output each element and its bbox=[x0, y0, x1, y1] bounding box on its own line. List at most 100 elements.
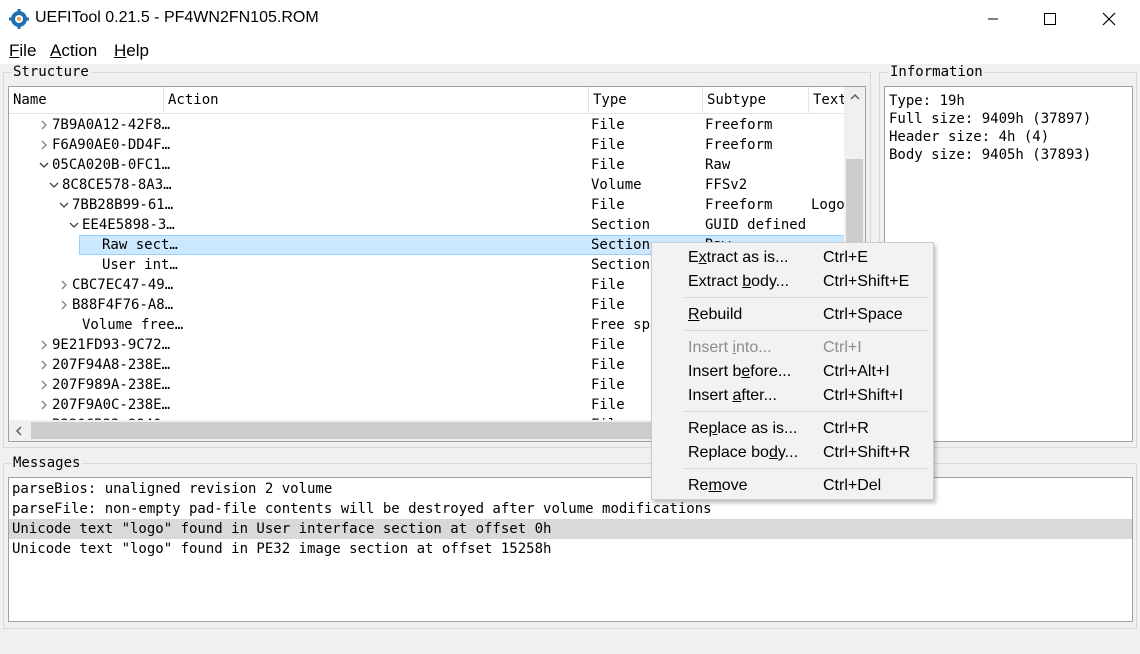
expanded-arrow-icon[interactable] bbox=[68, 215, 80, 235]
tree-cell-name: 7BB28B99-61… bbox=[72, 197, 174, 213]
context-menu-item-label: Insert into... bbox=[688, 339, 772, 356]
context-menu-item[interactable]: Remove Ctrl+Del bbox=[652, 474, 933, 498]
message-item[interactable]: Unicode text "logo" found in PE32 image … bbox=[9, 539, 1132, 559]
minimize-button[interactable] bbox=[964, 0, 1022, 38]
tree-cell-name: 05CA020B-0FC1… bbox=[52, 157, 171, 173]
tree-row[interactable]: 7BB28B99-61… File Freeform Logo bbox=[9, 195, 845, 215]
tree-cell-type: File bbox=[591, 277, 625, 293]
collapsed-arrow-icon[interactable] bbox=[38, 395, 50, 415]
context-menu-shortcut: Ctrl+R bbox=[823, 420, 869, 437]
column-type[interactable]: Type bbox=[589, 87, 703, 114]
tree-cell-type: File bbox=[591, 377, 625, 393]
horizontal-scroll-thumb[interactable] bbox=[31, 422, 651, 439]
tree-cell-subtype: Raw bbox=[705, 157, 731, 173]
message-item[interactable]: parseBios: unaligned revision 2 volume bbox=[9, 479, 1132, 499]
context-menu-item[interactable]: Insert after... Ctrl+Shift+I bbox=[652, 384, 933, 408]
app-gear-icon bbox=[9, 9, 29, 29]
tree-cell-type: File bbox=[591, 157, 625, 173]
tree-cell-subtype: Freeform bbox=[705, 117, 773, 133]
collapsed-arrow-icon[interactable] bbox=[38, 115, 50, 135]
maximize-icon bbox=[1044, 13, 1056, 25]
context-menu-shortcut: Ctrl+Del bbox=[823, 477, 882, 494]
tree-row[interactable]: F6A90AE0-DD4F… File Freeform bbox=[9, 135, 845, 155]
tree-cell-subtype: Freeform bbox=[705, 197, 773, 213]
collapsed-arrow-icon[interactable] bbox=[38, 355, 50, 375]
context-menu-shortcut: Ctrl+Shift+R bbox=[823, 444, 911, 461]
expanded-arrow-icon[interactable] bbox=[38, 155, 50, 175]
tree-cell-name: Volume free… bbox=[82, 317, 184, 333]
column-name[interactable]: Name bbox=[9, 87, 164, 114]
context-menu-item-label: Extract as is... bbox=[688, 249, 789, 266]
collapsed-arrow-icon[interactable] bbox=[38, 335, 50, 355]
column-text[interactable]: Text bbox=[809, 87, 845, 114]
menu-file[interactable]: File bbox=[9, 41, 36, 61]
info-line: Body size: 9405h (37893) bbox=[889, 147, 1092, 163]
tree-cell-type: Section bbox=[591, 217, 651, 233]
tree-row[interactable]: 8C8CE578-8A3… Volume FFSv2 bbox=[9, 175, 845, 195]
context-menu-item-label: Extract body... bbox=[688, 273, 790, 290]
info-line: Full size: 9409h (37897) bbox=[889, 111, 1092, 127]
info-line: Header size: 4h (4) bbox=[889, 129, 1050, 145]
menu-help[interactable]: Help bbox=[114, 41, 149, 61]
messages-list[interactable]: parseBios: unaligned revision 2 volume p… bbox=[8, 477, 1133, 622]
tree-row[interactable]: 7B9A0A12-42F8… File Freeform bbox=[9, 115, 845, 135]
tree-cell-subtype: Freeform bbox=[705, 137, 773, 153]
context-menu-item[interactable]: Extract body... Ctrl+Shift+E bbox=[652, 270, 933, 294]
expanded-arrow-icon[interactable] bbox=[48, 175, 60, 195]
tree-cell-name: 207F989A-238E… bbox=[52, 377, 171, 393]
column-action[interactable]: Action bbox=[164, 87, 589, 114]
tree-cell-type: File bbox=[591, 197, 625, 213]
structure-label: Structure bbox=[11, 64, 91, 80]
context-menu-item[interactable]: Extract as is... Ctrl+E bbox=[652, 246, 933, 270]
collapsed-arrow-icon[interactable] bbox=[58, 295, 70, 315]
messages-label: Messages bbox=[11, 455, 83, 471]
tree-cell-name: F6A90AE0-DD4F… bbox=[52, 137, 171, 153]
chevron-up-icon bbox=[849, 93, 860, 100]
context-menu-shortcut: Ctrl+E bbox=[823, 249, 868, 266]
context-menu-item[interactable]: Replace as is... Ctrl+R bbox=[652, 417, 933, 441]
scroll-up-button[interactable] bbox=[844, 87, 865, 107]
collapsed-arrow-icon[interactable] bbox=[38, 375, 50, 395]
tree-cell-subtype: FFSv2 bbox=[705, 177, 748, 193]
context-menu-separator bbox=[684, 468, 929, 469]
tree-cell-type: File bbox=[591, 357, 625, 373]
maximize-button[interactable] bbox=[1021, 0, 1079, 38]
context-menu-item[interactable]: Insert before... Ctrl+Alt+I bbox=[652, 360, 933, 384]
context-menu-item[interactable]: Replace body... Ctrl+Shift+R bbox=[652, 441, 933, 465]
tree-row[interactable]: 05CA020B-0FC1… File Raw bbox=[9, 155, 845, 175]
tree-cell-name: 8C8CE578-8A3… bbox=[62, 177, 172, 193]
tree-cell-type: File bbox=[591, 137, 625, 153]
menu-action[interactable]: Action bbox=[50, 41, 97, 61]
tree-cell-name: 207F9A0C-238E… bbox=[52, 397, 171, 413]
information-label: Information bbox=[888, 64, 985, 80]
tree-cell-type: File bbox=[591, 397, 625, 413]
context-menu-shortcut: Ctrl+Shift+E bbox=[823, 273, 910, 290]
column-subtype[interactable]: Subtype bbox=[703, 87, 809, 114]
context-menu-item-label: Rebuild bbox=[688, 306, 743, 323]
message-item-highlighted[interactable]: Unicode text "logo" found in User interf… bbox=[9, 519, 1132, 539]
context-menu-item-label: Insert before... bbox=[688, 363, 792, 380]
tree-cell-type: Section bbox=[591, 237, 651, 253]
collapsed-arrow-icon[interactable] bbox=[38, 135, 50, 155]
context-menu-item[interactable]: Rebuild Ctrl+Space bbox=[652, 303, 933, 327]
chevron-left-icon bbox=[15, 425, 22, 436]
tree-cell-name: EE4E5898-3… bbox=[82, 217, 175, 233]
expanded-arrow-icon[interactable] bbox=[58, 195, 70, 215]
tree-cell-type: File bbox=[591, 297, 625, 313]
info-line: Type: 19h bbox=[889, 93, 965, 109]
tree-cell-type: Volume bbox=[591, 177, 642, 193]
scroll-left-button[interactable] bbox=[9, 420, 29, 441]
tree-cell-text: Logo bbox=[811, 197, 845, 213]
tree-cell-type: Section bbox=[591, 257, 651, 273]
message-item[interactable]: parseFile: non-empty pad-file contents w… bbox=[9, 499, 1132, 519]
context-menu: Extract as is... Ctrl+E Extract body... Ctr… bbox=[651, 242, 934, 500]
context-menu-item: Insert into... Ctrl+I bbox=[652, 336, 933, 360]
tree-row[interactable]: EE4E5898-3… Section GUID defined bbox=[9, 215, 845, 235]
tree-cell-name: B88F4F76-A8… bbox=[72, 297, 174, 313]
collapsed-arrow-icon[interactable] bbox=[58, 275, 70, 295]
tree-cell-name: 207F94A8-238E… bbox=[52, 357, 171, 373]
tree-header: Name Action Type Subtype Text bbox=[9, 87, 845, 114]
close-button[interactable] bbox=[1080, 0, 1138, 38]
tree-cell-name: 9E21FD93-9C72… bbox=[52, 337, 171, 353]
tree-cell-name: Raw sect… bbox=[102, 237, 178, 253]
